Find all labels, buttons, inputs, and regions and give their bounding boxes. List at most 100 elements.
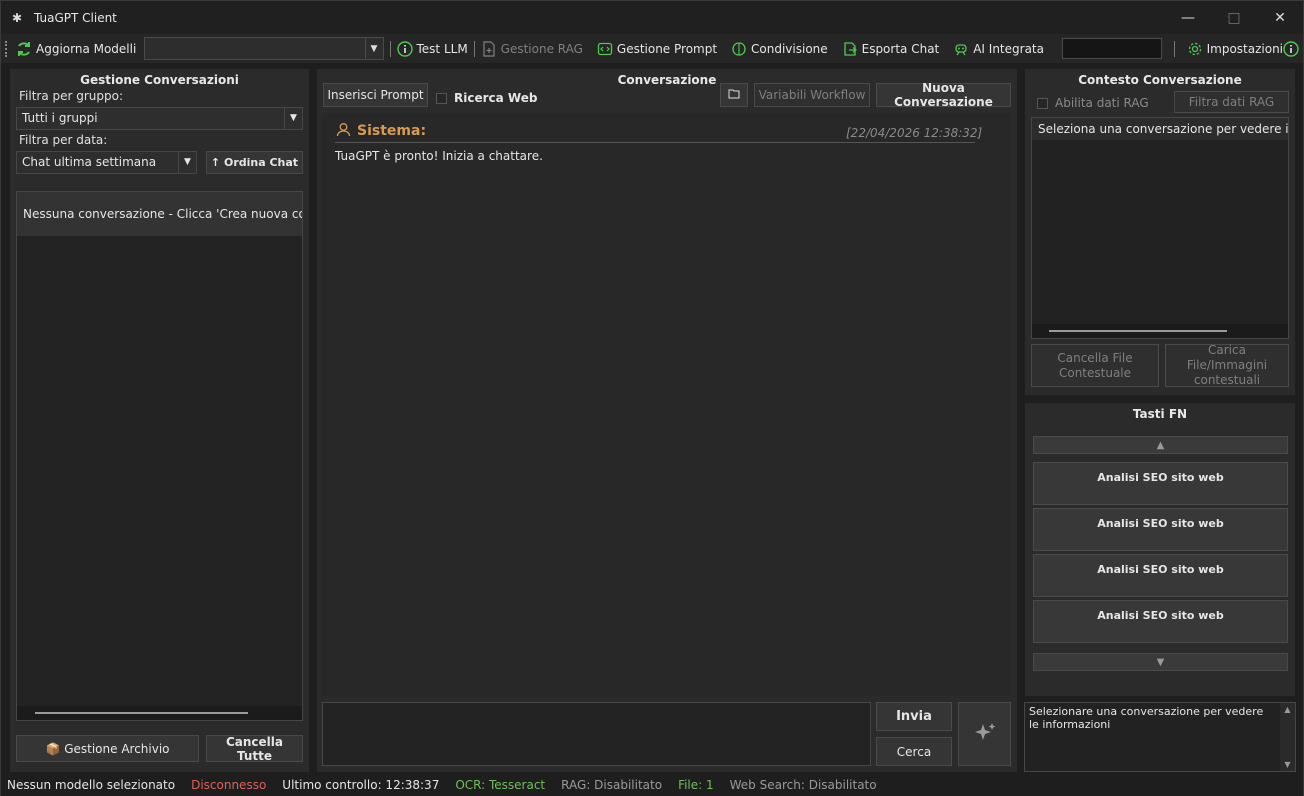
chevron-up-icon[interactable]: ▲: [1280, 705, 1295, 714]
sparkle-icon: [972, 720, 998, 749]
scrollbar-thumb[interactable]: [1049, 330, 1227, 332]
app-window: ✱ TuaGPT Client — □ ✕ Aggiorna Modelli ▼…: [0, 0, 1304, 796]
document-add-icon: [481, 40, 497, 57]
message-input[interactable]: [322, 702, 871, 766]
filter-rag-button[interactable]: Filtra dati RAG: [1174, 91, 1289, 113]
date-filter-label: Filtra per data:: [19, 133, 108, 147]
toolbar-separator: [1173, 40, 1175, 57]
settings-button[interactable]: Impostazioni: [1187, 41, 1283, 57]
fn-button-2[interactable]: Analisi SEO sito web: [1033, 508, 1288, 551]
search-button[interactable]: Cerca: [876, 737, 952, 766]
status-ocr: OCR: Tesseract: [455, 778, 546, 792]
delete-context-file-button[interactable]: Cancella File Contestuale: [1031, 344, 1159, 387]
prompt-management-label: Gestione Prompt: [616, 41, 718, 56]
horizontal-scrollbar[interactable]: [1032, 324, 1288, 338]
date-filter-select[interactable]: Chat ultima settimana ▼: [16, 151, 197, 174]
list-item[interactable]: Nessuna conversazione - Clicca 'Crea nuo…: [17, 192, 302, 236]
toolbar-grip[interactable]: [5, 40, 8, 57]
web-search-toggle[interactable]: Ricerca Web: [436, 91, 537, 105]
robot-icon: [953, 41, 969, 57]
status-bar: Nessun modello selezionato Disconnesso U…: [1, 774, 1303, 796]
conversation-manager-panel: Gestione Conversazioni Filtra per gruppo…: [10, 69, 309, 772]
info-textbox[interactable]: Selezionare una conversazione per vedere…: [1024, 702, 1296, 772]
sharing-button[interactable]: Condivisione: [731, 41, 828, 57]
status-rag: RAG: Disabilitato: [561, 778, 663, 792]
web-search-label: Ricerca Web: [454, 91, 538, 105]
folder-icon: [728, 88, 740, 102]
archive-management-button[interactable]: 📦 Gestione Archivio: [16, 735, 199, 762]
brain-icon: [731, 41, 747, 57]
maximize-button[interactable]: □: [1211, 1, 1257, 34]
send-button[interactable]: Invia: [876, 702, 952, 731]
context-text: Seleziona una conversazione per vedere i…: [1032, 118, 1288, 140]
message-timestamp: [22/04/2026 12:38:32]: [846, 126, 983, 140]
panel-title: Contesto Conversazione: [1078, 73, 1242, 87]
date-filter-value: Chat ultima settimana: [22, 155, 157, 169]
chevron-down-icon[interactable]: ▼: [178, 152, 196, 173]
new-conversation-button[interactable]: Nuova Conversazione: [876, 81, 1011, 109]
refresh-icon: [16, 41, 32, 57]
conversation-panel: Conversazione Inserisci Prompt Ricerca W…: [317, 69, 1017, 772]
group-filter-select[interactable]: Tutti i gruppi ▼: [16, 107, 303, 130]
chevron-down-icon[interactable]: ▼: [364, 38, 383, 59]
window-controls: — □ ✕: [1165, 1, 1303, 34]
rag-management-label: Gestione RAG: [500, 41, 583, 56]
ai-integrated-label: AI Integrata: [973, 41, 1044, 56]
fn-keys-panel: Tasti FN ▲ Analisi SEO sito web Analisi …: [1025, 403, 1295, 696]
enable-rag-toggle[interactable]: Abilita dati RAG: [1037, 96, 1149, 110]
user-icon: [336, 122, 351, 140]
info-icon: [396, 40, 413, 57]
insert-prompt-button[interactable]: Inserisci Prompt: [323, 83, 428, 107]
about-button[interactable]: [1283, 40, 1299, 57]
sharing-label: Condivisione: [751, 41, 828, 56]
window-title: TuaGPT Client: [34, 10, 117, 25]
toolbar-input-box[interactable]: [1061, 38, 1162, 59]
workflow-variables-button[interactable]: Variabili Workflow: [754, 83, 870, 107]
sort-chat-button[interactable]: ↑ Ordina Chat: [206, 151, 303, 174]
status-model: Nessun modello selezionato: [7, 778, 176, 792]
gear-icon: [1187, 41, 1203, 57]
refresh-models-button[interactable]: Aggiorna Modelli: [16, 41, 136, 57]
fn-button-1[interactable]: Analisi SEO sito web: [1033, 462, 1288, 505]
upload-context-file-button[interactable]: Carica File/Immagini contestuali: [1165, 343, 1289, 387]
chevron-down-icon: ▼: [1156, 656, 1165, 668]
fn-scroll-down-button[interactable]: ▼: [1033, 653, 1288, 671]
message-divider: [335, 142, 975, 143]
vertical-scrollbar[interactable]: ▲ ▼: [1280, 703, 1295, 771]
model-select[interactable]: ▼: [144, 37, 384, 60]
conversation-list[interactable]: Nessuna conversazione - Clicca 'Crea nuo…: [16, 191, 303, 721]
prompt-management-button[interactable]: Gestione Prompt: [597, 41, 717, 57]
status-last-check: Ultimo controllo: 12:38:37: [282, 778, 440, 792]
fn-button-4[interactable]: Analisi SEO sito web: [1033, 600, 1288, 643]
chevron-up-icon: ▲: [1156, 439, 1165, 451]
rag-management-button[interactable]: Gestione RAG: [481, 40, 583, 57]
test-llm-button[interactable]: Test LLM: [396, 40, 468, 57]
status-web-search: Web Search: Disabilitato: [729, 778, 877, 792]
toolbar-separator: [389, 40, 391, 57]
close-button[interactable]: ✕: [1257, 1, 1303, 34]
export-chat-button[interactable]: Esporta Chat: [842, 41, 940, 57]
delete-all-button[interactable]: Cancella Tutte: [206, 735, 303, 763]
context-panel: Contesto Conversazione Abilita dati RAG …: [1025, 69, 1295, 395]
web-search-checkbox[interactable]: [436, 92, 447, 104]
context-files-list[interactable]: Seleziona una conversazione per vedere i…: [1031, 117, 1289, 339]
chevron-down-icon[interactable]: ▼: [1280, 760, 1295, 769]
group-filter-value: Tutti i gruppi: [22, 111, 98, 125]
ai-integrated-button[interactable]: AI Integrata: [953, 41, 1044, 57]
app-logo-icon: ✱: [12, 10, 23, 25]
message-sender: Sistema:: [357, 123, 427, 139]
fn-button-3[interactable]: Analisi SEO sito web: [1033, 554, 1288, 597]
ai-enhance-button[interactable]: [958, 702, 1011, 766]
horizontal-scrollbar[interactable]: [17, 706, 302, 720]
chevron-down-icon[interactable]: ▼: [284, 108, 302, 129]
chat-history[interactable]: Sistema: [22/04/2026 12:38:32] TuaGPT è …: [321, 113, 1011, 696]
export-chat-label: Esporta Chat: [861, 41, 940, 56]
fn-scroll-up-button[interactable]: ▲: [1033, 436, 1288, 454]
scrollbar-thumb[interactable]: [35, 712, 248, 714]
panel-title: Gestione Conversazioni: [80, 73, 239, 87]
minimize-button[interactable]: —: [1165, 1, 1211, 34]
info-text: Selezionare una conversazione per vedere…: [1029, 705, 1264, 731]
enable-rag-checkbox[interactable]: [1037, 97, 1048, 109]
title-bar: ✱ TuaGPT Client — □ ✕: [1, 1, 1303, 34]
folder-button[interactable]: [720, 83, 748, 107]
